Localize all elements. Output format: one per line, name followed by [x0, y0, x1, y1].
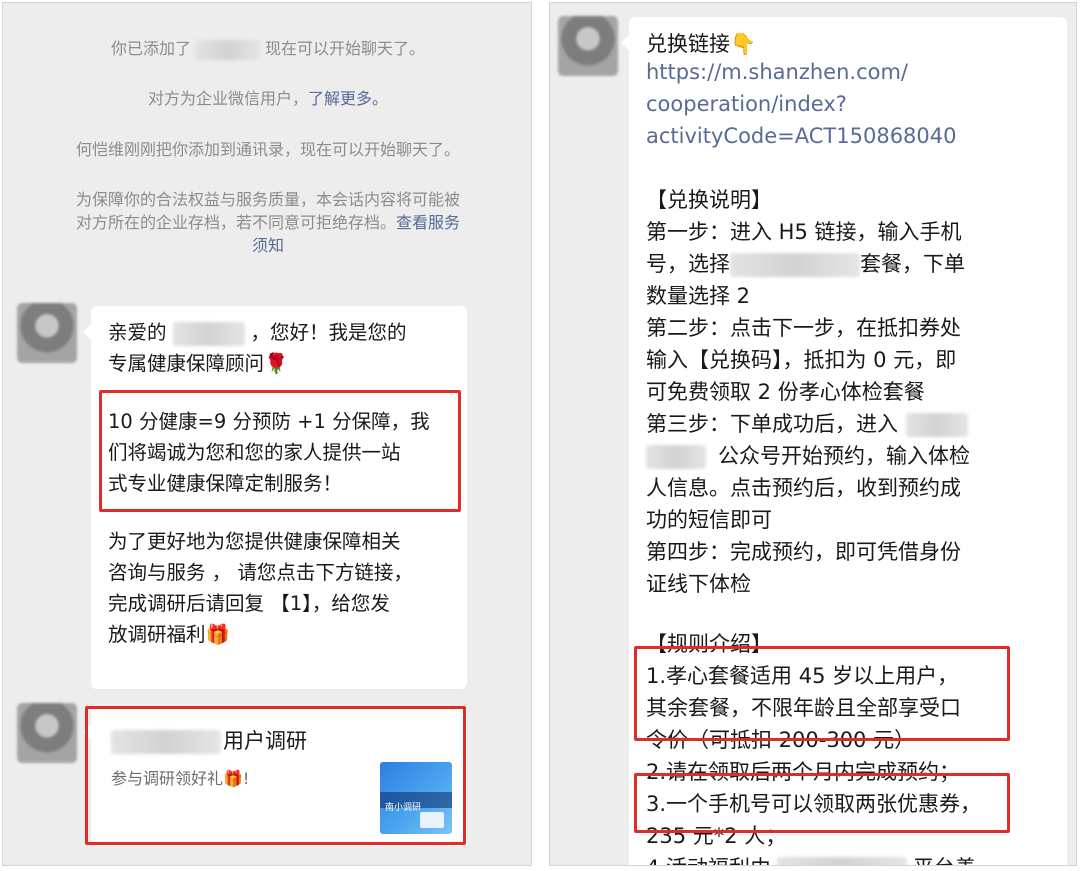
- survey-line: 放调研福利🎁: [108, 623, 230, 646]
- instruction-line: 第四步：完成预约，即可凭借身份: [646, 540, 961, 564]
- chat-panel-right: 兑换链接👇 https://m.shanzhen.com/ cooperatio…: [549, 2, 1077, 866]
- instruction-line: 数量选择 2: [646, 284, 751, 308]
- chat-panel-left: 你已添加了 现在可以开始聊天了。 对方为企业微信用户，了解更多。 何恺维刚刚把你添…: [2, 2, 532, 866]
- section-heading: 【兑换说明】: [646, 188, 772, 212]
- greeting-line: 亲爱的 ，您好！我是您的: [108, 321, 407, 346]
- slogan-line: 式专业健康保障定制服务！: [108, 472, 343, 495]
- section-heading: 【规则介绍】: [646, 632, 772, 656]
- instruction-line: 公众号开始预约，输入体检: [646, 440, 970, 470]
- exchange-url[interactable]: cooperation/index?: [646, 92, 847, 116]
- bubble-arrow: [83, 324, 91, 340]
- sender-avatar[interactable]: [17, 303, 77, 363]
- rule-line: 4.活动福利由平台善: [646, 852, 976, 865]
- instruction-line: 证线下体检: [646, 572, 751, 596]
- message-bubble[interactable]: 亲爱的 ，您好！我是您的 专属健康保障顾问🌹 10 分健康=9 分预防 +1 分保…: [83, 306, 467, 689]
- instruction-line: 功的短信即可: [646, 508, 772, 532]
- rule-line: 235 元*2 人；: [646, 824, 787, 848]
- rule-line: 2.请在领取后两个月内完成预约；: [646, 760, 961, 784]
- instruction-line: 可免费领取 2 份孝心体检套餐: [646, 380, 925, 404]
- service-terms-link[interactable]: 查看服务: [396, 213, 460, 232]
- redacted-package: [730, 253, 860, 277]
- sender-avatar[interactable]: [558, 16, 618, 76]
- sender-avatar[interactable]: [17, 703, 77, 763]
- learn-more-link[interactable]: 了解更多。: [308, 89, 388, 108]
- instruction-line: 人信息。点击预约后，收到预约成: [646, 476, 961, 500]
- survey-line: 为了更好地为您提供健康保障相关: [108, 530, 401, 553]
- survey-line: 咨询与服务 ， 请您点击下方链接，: [108, 561, 413, 584]
- slogan-line: 们将竭诚为您和您的家人提供一站: [108, 441, 401, 464]
- service-terms-link-cont[interactable]: 须知: [252, 236, 284, 255]
- system-notice-enterprise: 对方为企业微信用户，了解更多。: [147, 89, 389, 108]
- redacted-account: [906, 413, 968, 437]
- instruction-line: 第三步：下单成功后，进入: [646, 408, 968, 438]
- redacted-platform: [777, 857, 908, 865]
- slogan-line: 10 分健康=9 分预防 +1 分保障，我: [108, 410, 430, 433]
- greeting-line-2: 专属健康保障顾问🌹: [108, 352, 289, 375]
- system-notice-archive: 为保障你的合法权益与服务质量，本会话内容将可能被 对方所在的企业存档，若不同意可…: [75, 190, 461, 255]
- system-notice-added: 你已添加了 现在可以开始聊天了。: [110, 39, 426, 60]
- system-notice-contact-added: 何恺维刚刚把你添加到通讯录，现在可以开始聊天了。: [75, 140, 460, 159]
- card-thumbnail: 南小调研: [380, 762, 452, 834]
- redacted-account: [646, 445, 706, 469]
- bubble-arrow: [621, 35, 629, 51]
- redacted-name: [172, 321, 245, 346]
- instruction-line: 输入【兑换码】，抵扣为 0 元，即: [646, 348, 957, 372]
- survey-line: 完成调研后请回复 【1】，给您发: [108, 592, 390, 615]
- rule-line: 令价（可抵扣 200-300 元）: [646, 728, 916, 752]
- instruction-line: 第二步：点击下一步，在抵扣券处: [646, 316, 961, 340]
- card-description: 参与调研领好礼🎁!: [111, 769, 250, 788]
- redacted-name: [195, 39, 261, 60]
- instruction-line: 第一步：进入 H5 链接，输入手机: [646, 220, 962, 244]
- rule-line: 1.孝心套餐适用 45 岁以上用户，: [646, 664, 959, 688]
- rule-line: 3.一个手机号可以领取两张优惠券，: [646, 792, 982, 816]
- bubble-arrow: [83, 724, 91, 740]
- redacted-brand: [111, 730, 221, 754]
- exchange-link-label: 兑换链接👇: [646, 32, 757, 56]
- exchange-url[interactable]: https://m.shanzhen.com/: [646, 60, 908, 84]
- card-title: 用户调研: [111, 726, 307, 757]
- instruction-line: 号，选择 套餐，下单: [646, 252, 965, 277]
- rule-line: 其余套餐，不限年龄且全部享受口: [646, 696, 961, 720]
- survey-card[interactable]: 用户调研 参与调研领好礼🎁! 南小调研: [83, 706, 467, 846]
- exchange-url[interactable]: activityCode=ACT150868040: [646, 124, 957, 148]
